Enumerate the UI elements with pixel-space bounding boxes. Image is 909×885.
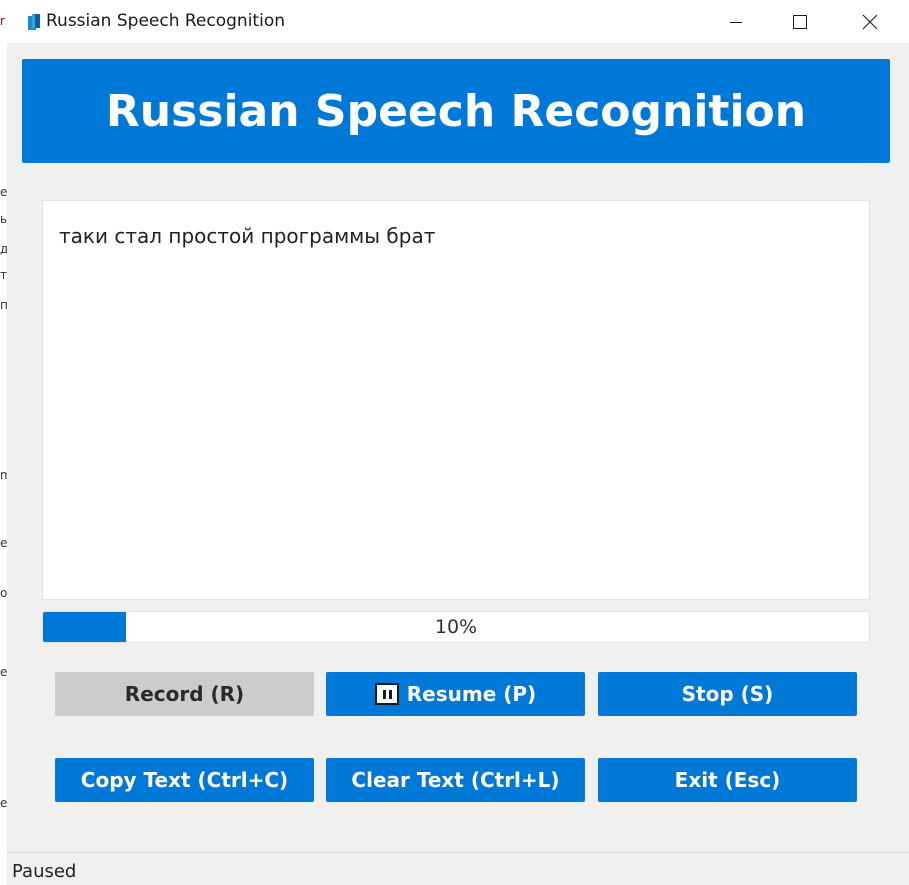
stop-button-label: Stop (S) bbox=[681, 682, 774, 706]
minimize-icon bbox=[729, 15, 743, 29]
clear-text-button[interactable]: Clear Text (Ctrl+L) bbox=[326, 758, 585, 802]
exit-button[interactable]: Exit (Esc) bbox=[598, 758, 857, 802]
pause-icon bbox=[374, 683, 399, 705]
microphone-app-icon bbox=[27, 13, 41, 31]
resume-button-label: Resume (P) bbox=[406, 682, 537, 706]
status-bar: Paused bbox=[7, 852, 909, 885]
record-button-label: Record (R) bbox=[124, 682, 245, 706]
maximize-icon bbox=[792, 14, 808, 30]
status-text: Paused bbox=[12, 861, 77, 882]
transcript-text: таки стал простой программы брат bbox=[59, 224, 436, 248]
maximize-button[interactable] bbox=[777, 0, 823, 43]
app-window: Russian Speech Recognition Russian Speec… bbox=[7, 0, 909, 885]
title-bar[interactable]: Russian Speech Recognition bbox=[7, 0, 909, 43]
copy-text-button[interactable]: Copy Text (Ctrl+C) bbox=[55, 758, 314, 802]
exit-button-label: Exit (Esc) bbox=[674, 768, 781, 792]
progress-label: 10% bbox=[434, 616, 478, 638]
header-banner: Russian Speech Recognition bbox=[22, 59, 890, 163]
close-button[interactable] bbox=[847, 0, 893, 43]
close-icon bbox=[862, 14, 878, 30]
resume-button[interactable]: Resume (P) bbox=[326, 672, 585, 716]
window-title: Russian Speech Recognition bbox=[46, 11, 285, 31]
clear-text-button-label: Clear Text (Ctrl+L) bbox=[351, 768, 560, 792]
copy-text-button-label: Copy Text (Ctrl+C) bbox=[80, 768, 289, 792]
stop-button[interactable]: Stop (S) bbox=[598, 672, 857, 716]
record-button[interactable]: Record (R) bbox=[55, 672, 314, 716]
minimize-button[interactable] bbox=[713, 0, 759, 43]
progress-bar: 10% bbox=[42, 611, 870, 643]
transcript-text-area[interactable]: таки стал простой программы брат bbox=[42, 200, 870, 600]
banner-title: Russian Speech Recognition bbox=[105, 85, 807, 137]
